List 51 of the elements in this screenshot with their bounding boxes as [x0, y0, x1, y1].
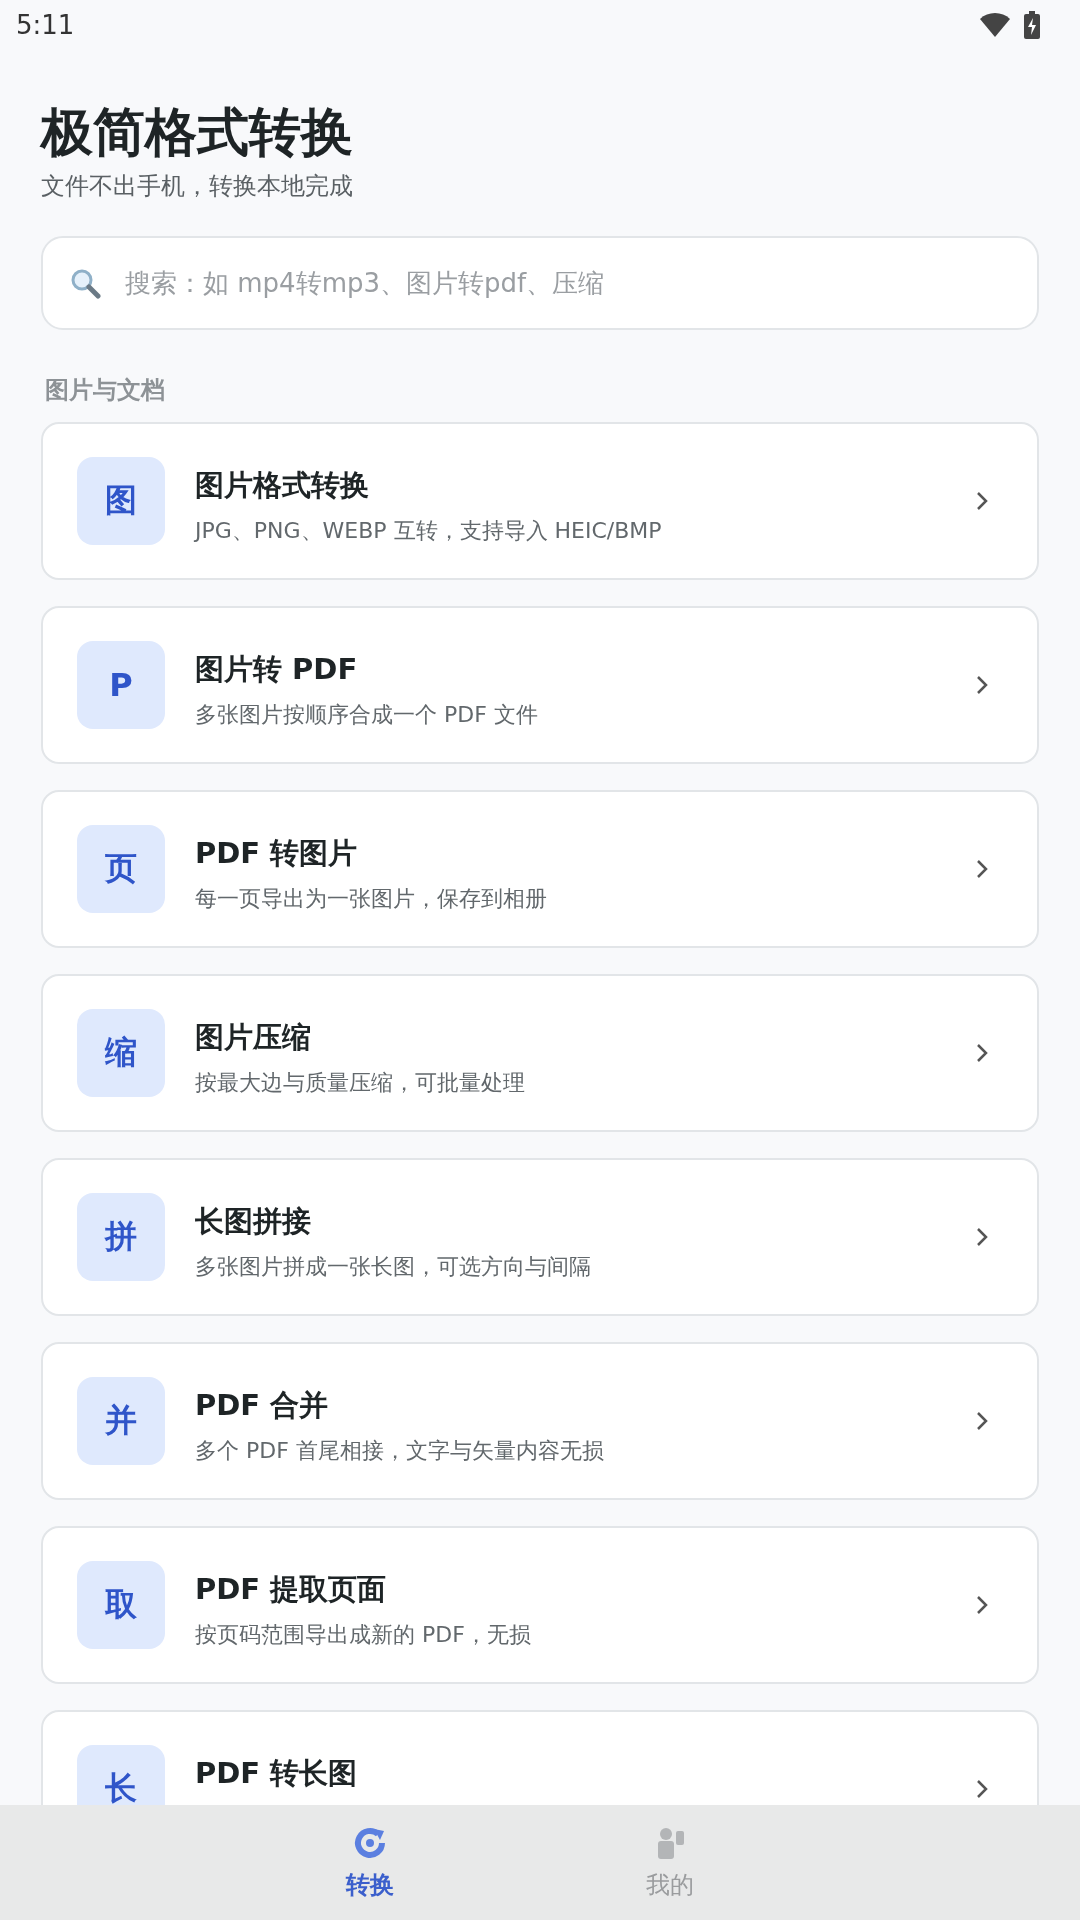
tool-title: 图片转 PDF [195, 651, 359, 688]
tool-title: 图片格式转换 [195, 467, 370, 504]
tool-title: 图片压缩 [195, 1019, 312, 1056]
tool-card[interactable]: P 图片转 PDF 多张图片按顺序合成一个 PDF 文件 [41, 606, 1039, 764]
battery-icon [1024, 11, 1040, 39]
nav-label: 我的 [646, 1869, 694, 1901]
tool-title: PDF 合并 [195, 1387, 330, 1424]
tool-card[interactable]: 页 PDF 转图片 每一页导出为一张图片，保存到相册 [41, 790, 1039, 948]
tool-badge: 拼 [77, 1193, 165, 1281]
chevron-icon [975, 490, 989, 512]
tool-badge: 长 [77, 1745, 165, 1805]
tool-description: JPG、PNG、WEBP 互转，支持导入 HEIC/BMP [195, 517, 663, 545]
chevron-icon [975, 1594, 989, 1616]
tool-card[interactable]: 长 PDF 转长图 [41, 1710, 1039, 1805]
app-title: 极简格式转换 [41, 101, 354, 164]
tool-description: 多张图片按顺序合成一个 PDF 文件 [195, 701, 539, 729]
tool-badge: 并 [77, 1377, 165, 1465]
tool-description: 按最大边与质量压缩，可批量处理 [195, 1069, 526, 1097]
tool-badge: 取 [77, 1561, 165, 1649]
tool-card[interactable]: 图 图片格式转换 JPG、PNG、WEBP 互转，支持导入 HEIC/BMP [41, 422, 1039, 580]
chevron-icon [975, 1410, 989, 1432]
search-bar[interactable]: 搜索：如 mp4转mp3、图片转pdf、压缩 [41, 236, 1039, 330]
section-title: 图片与文档 [45, 375, 166, 406]
wifi-icon [980, 13, 1010, 37]
tool-title: 长图拼接 [195, 1203, 312, 1240]
chevron-icon [975, 674, 989, 696]
chevron-icon [975, 1778, 989, 1800]
tool-description: 按页码范围导出成新的 PDF，无损 [195, 1621, 532, 1649]
search-icon [69, 267, 101, 299]
tool-card[interactable]: 取 PDF 提取页面 按页码范围导出成新的 PDF，无损 [41, 1526, 1039, 1684]
tool-badge: 缩 [77, 1009, 165, 1097]
tool-card[interactable]: 拼 长图拼接 多张图片拼成一张长图，可选方向与间隔 [41, 1158, 1039, 1316]
tool-badge: 图 [77, 457, 165, 545]
app-subtitle: 文件不出手机，转换本地完成 [41, 171, 354, 202]
nav-tab[interactable]: 转换 [220, 1805, 520, 1920]
search-field[interactable]: 搜索：如 mp4转mp3、图片转pdf、压缩 [123, 267, 1011, 299]
tool-badge: 页 [77, 825, 165, 913]
chevron-icon [975, 858, 989, 880]
tool-description: 每一页导出为一张图片，保存到相册 [195, 885, 548, 913]
tool-badge: P [77, 641, 165, 729]
tool-title: PDF 提取页面 [195, 1571, 388, 1608]
nav-label: 转换 [346, 1869, 394, 1901]
tool-description: 多张图片拼成一张长图，可选方向与间隔 [195, 1253, 592, 1281]
tool-card[interactable]: 缩 图片压缩 按最大边与质量压缩，可批量处理 [41, 974, 1039, 1132]
tool-title: PDF 转长图 [195, 1755, 359, 1792]
chevron-icon [975, 1042, 989, 1064]
chevron-icon [975, 1226, 989, 1248]
status-time: 5:11 [16, 10, 75, 40]
tool-card[interactable]: 并 PDF 合并 多个 PDF 首尾相接，文字与矢量内容无损 [41, 1342, 1039, 1500]
tool-description: 多个 PDF 首尾相接，文字与矢量内容无损 [195, 1437, 605, 1465]
tool-title: PDF 转图片 [195, 835, 359, 872]
